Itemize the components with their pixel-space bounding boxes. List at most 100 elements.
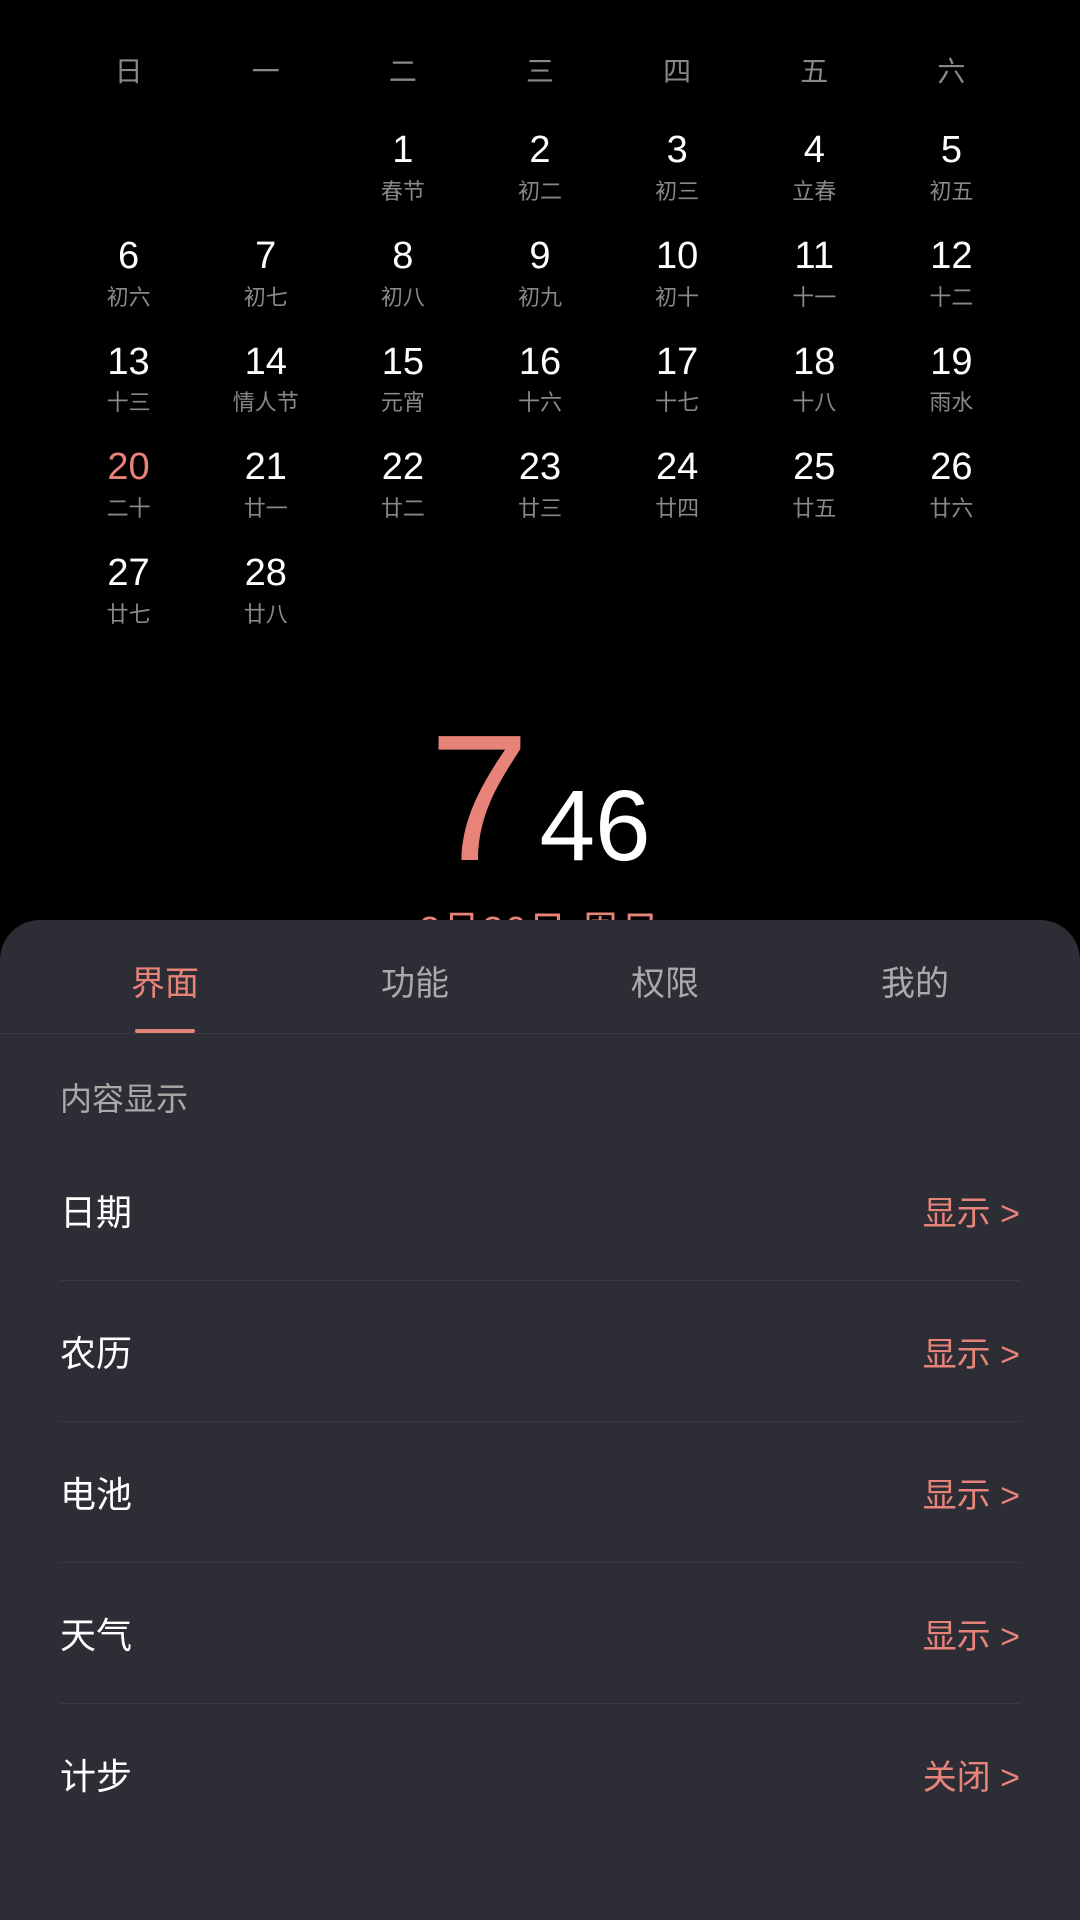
day-number: 17	[656, 342, 698, 384]
calendar-day[interactable]: 16十六	[471, 332, 608, 428]
calendar-day[interactable]: 20二十	[60, 437, 197, 533]
day-lunar: 初二	[518, 174, 562, 206]
settings-item[interactable]: 电池 显示 >	[60, 1422, 1020, 1563]
calendar-day[interactable]: 11十一	[746, 226, 883, 322]
calendar-day[interactable]: 5初五	[883, 120, 1020, 216]
calendar-day[interactable]: 21廿一	[197, 437, 334, 533]
section-title: 内容显示	[0, 1034, 1080, 1140]
settings-item-value: 显示 >	[923, 1327, 1020, 1376]
settings-item-label: 电池	[60, 1466, 132, 1518]
calendar-day[interactable]: 17十七	[609, 332, 746, 428]
settings-item-value: 显示 >	[923, 1468, 1020, 1517]
day-number: 23	[519, 447, 561, 489]
calendar-day[interactable]: 2初二	[471, 120, 608, 216]
calendar-section: 日一二三四五六 1春节2初二3初三4立春5初五6初六7初七8初八9初九10初十1…	[0, 0, 1080, 669]
tab-interface[interactable]: 界面	[40, 920, 290, 1033]
day-number: 2	[529, 130, 550, 172]
settings-item[interactable]: 天气 显示 >	[60, 1563, 1020, 1704]
day-number: 16	[519, 342, 561, 384]
day-lunar: 初六	[107, 280, 151, 312]
day-number: 13	[107, 342, 149, 384]
calendar-day[interactable]: 7初七	[197, 226, 334, 322]
day-lunar: 十六	[518, 385, 562, 417]
cal-header-cell: 一	[197, 40, 334, 100]
day-lunar: 十八	[792, 385, 836, 417]
day-number: 20	[107, 447, 149, 489]
day-lunar: 初五	[929, 174, 973, 206]
calendar-day[interactable]: 28廿八	[197, 543, 334, 639]
tab-mine[interactable]: 我的	[790, 920, 1040, 1033]
day-lunar: 情人节	[233, 385, 299, 417]
calendar-day[interactable]: 6初六	[60, 226, 197, 322]
calendar-day[interactable]: 1春节	[334, 120, 471, 216]
day-number: 9	[529, 236, 550, 278]
day-lunar: 初三	[655, 174, 699, 206]
settings-item-value: 显示 >	[923, 1186, 1020, 1235]
calendar-day[interactable]: 10初十	[609, 226, 746, 322]
cal-header-cell: 二	[334, 40, 471, 100]
settings-item-label: 天气	[60, 1607, 132, 1659]
calendar-day[interactable]: 24廿四	[609, 437, 746, 533]
day-number: 6	[118, 236, 139, 278]
calendar-day[interactable]: 25廿五	[746, 437, 883, 533]
day-lunar: 十一	[792, 280, 836, 312]
day-number: 1	[392, 130, 413, 172]
calendar-day[interactable]: 26廿六	[883, 437, 1020, 533]
calendar-grid: 1春节2初二3初三4立春5初五6初六7初七8初八9初九10初十11十一12十二1…	[60, 120, 1020, 639]
settings-item-value: 显示 >	[923, 1609, 1020, 1658]
day-number: 12	[930, 236, 972, 278]
settings-item[interactable]: 农历 显示 >	[60, 1281, 1020, 1422]
settings-item[interactable]: 计步关闭 >	[60, 1704, 1020, 1844]
day-number: 24	[656, 447, 698, 489]
day-lunar: 十七	[655, 385, 699, 417]
calendar-day[interactable]: 18十八	[746, 332, 883, 428]
day-number: 10	[656, 236, 698, 278]
day-lunar: 雨水	[929, 385, 973, 417]
tab-interface-label: 界面	[131, 965, 199, 1003]
tab-mine-label: 我的	[881, 965, 949, 1003]
clock-minute: 46	[539, 776, 650, 876]
calendar-day[interactable]: 22廿二	[334, 437, 471, 533]
day-number: 28	[245, 553, 287, 595]
day-lunar: 春节	[381, 174, 425, 206]
calendar-day[interactable]: 27廿七	[60, 543, 197, 639]
day-number: 11	[795, 236, 834, 278]
calendar-day[interactable]: 15元宵	[334, 332, 471, 428]
tab-function[interactable]: 功能	[290, 920, 540, 1033]
tab-permission-label: 权限	[631, 965, 699, 1003]
clock-hour: 7	[429, 709, 529, 889]
calendar-day[interactable]: 19雨水	[883, 332, 1020, 428]
day-number: 4	[804, 130, 825, 172]
clock-time: 7 46	[429, 709, 650, 889]
calendar-header: 日一二三四五六	[60, 40, 1020, 100]
day-number: 22	[382, 447, 424, 489]
settings-item[interactable]: 日期显示 >	[60, 1140, 1020, 1281]
day-lunar: 廿四	[655, 491, 699, 523]
tab-permission[interactable]: 权限	[540, 920, 790, 1033]
calendar-day[interactable]: 8初八	[334, 226, 471, 322]
calendar-day[interactable]: 4立春	[746, 120, 883, 216]
day-number: 26	[930, 447, 972, 489]
day-lunar: 二十	[107, 491, 151, 523]
day-lunar: 廿一	[244, 491, 288, 523]
day-number: 8	[392, 236, 413, 278]
day-lunar: 廿二	[381, 491, 425, 523]
settings-item-value: 关闭 >	[923, 1750, 1020, 1799]
cal-header-cell: 四	[609, 40, 746, 100]
day-lunar: 初八	[381, 280, 425, 312]
tab-bar: 界面 功能 权限 我的	[0, 920, 1080, 1034]
calendar-day[interactable]: 23廿三	[471, 437, 608, 533]
day-lunar: 廿八	[244, 597, 288, 629]
calendar-day[interactable]: 12十二	[883, 226, 1020, 322]
day-number: 21	[245, 447, 287, 489]
calendar-day[interactable]: 14情人节	[197, 332, 334, 428]
calendar-day[interactable]: 3初三	[609, 120, 746, 216]
day-number: 18	[793, 342, 835, 384]
calendar-day[interactable]: 13十三	[60, 332, 197, 428]
calendar-day[interactable]: 9初九	[471, 226, 608, 322]
day-number: 15	[382, 342, 424, 384]
settings-item-label: 农历	[60, 1325, 132, 1377]
settings-list: 日期显示 >农历显示 >电池显示 >天气显示 >计步关闭 >	[0, 1140, 1080, 1844]
cal-header-cell: 日	[60, 40, 197, 100]
day-lunar: 廿六	[929, 491, 973, 523]
